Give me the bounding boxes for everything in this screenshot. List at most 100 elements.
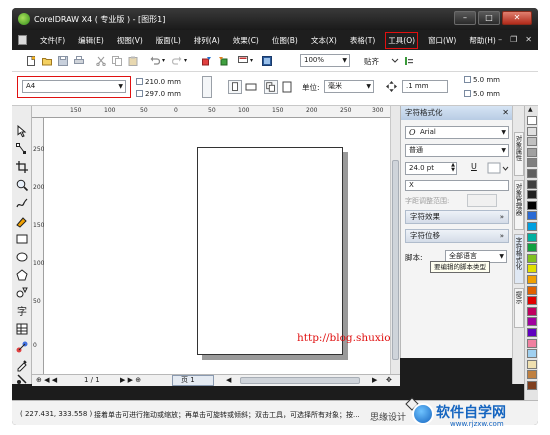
menu-bitmaps[interactable]: 位图(B): [272, 35, 298, 46]
options-icon[interactable]: [404, 56, 414, 66]
color-swatch[interactable]: [527, 200, 537, 210]
color-swatch[interactable]: [527, 306, 537, 316]
color-swatch[interactable]: [527, 147, 537, 157]
tab-object-manager[interactable]: 对象管理器: [514, 180, 524, 230]
zoom-level-select[interactable]: 100% ▼: [300, 54, 350, 67]
redo-dropdown-icon[interactable]: ▾: [184, 57, 194, 67]
tab-character-formatting[interactable]: 字符格式化: [514, 234, 524, 284]
navigator-icon[interactable]: ✥: [386, 376, 392, 384]
welcome-screen-icon[interactable]: [262, 56, 272, 66]
color-swatch[interactable]: [527, 232, 537, 242]
paper-size-select[interactable]: A4 ▼: [22, 80, 126, 93]
character-effects-section[interactable]: 字符效果 »: [405, 210, 509, 224]
menu-file[interactable]: 文件(F): [40, 35, 65, 46]
pick-tool-icon[interactable]: [15, 124, 29, 138]
scroll-right-icon[interactable]: ▶: [372, 376, 377, 384]
redo-icon[interactable]: [172, 56, 182, 66]
undo-dropdown-icon[interactable]: ▾: [162, 57, 172, 67]
document-icon[interactable]: [18, 35, 27, 45]
cut-icon[interactable]: [96, 56, 106, 66]
page-nav-buttons[interactable]: ⊕ ◀ ◀: [36, 376, 57, 384]
menu-table[interactable]: 表格(T): [350, 35, 375, 46]
rectangle-tool-icon[interactable]: [15, 232, 29, 246]
color-swatch[interactable]: [527, 275, 537, 284]
page-nav-next-buttons[interactable]: ▶ ▶ ⊕: [120, 376, 141, 384]
drawing-page[interactable]: [197, 147, 343, 355]
color-swatch[interactable]: [527, 285, 537, 295]
vertical-ruler[interactable]: 250 200 150 100 50 0: [32, 118, 44, 374]
horizontal-ruler[interactable]: 150 100 50 0 50 100 150 200 250 300: [32, 106, 390, 118]
landscape-icon[interactable]: [244, 80, 258, 94]
export-icon[interactable]: [218, 56, 228, 66]
menu-text[interactable]: 文本(X): [311, 35, 337, 46]
outline-tool-icon[interactable]: [15, 372, 29, 386]
color-swatch[interactable]: [527, 126, 537, 136]
menu-effects[interactable]: 效果(C): [233, 35, 259, 46]
zoom-tool-icon[interactable]: [15, 178, 29, 192]
font-size-field[interactable]: 24.0 pt ▲ ▼: [405, 162, 457, 175]
snap-to-menu[interactable]: 贴齐: [364, 56, 379, 67]
import-icon[interactable]: [202, 56, 212, 66]
launcher-dropdown-icon[interactable]: ▾: [250, 57, 260, 67]
color-swatch[interactable]: [527, 317, 537, 327]
copy-icon[interactable]: [112, 56, 122, 66]
tab-object-properties[interactable]: 对象属性: [514, 132, 524, 176]
menu-edit[interactable]: 编辑(E): [78, 35, 104, 46]
snap-dropdown-icon[interactable]: [390, 55, 400, 65]
unit-select[interactable]: 毫米 ▼: [324, 80, 374, 93]
color-swatch[interactable]: [527, 169, 537, 178]
interactive-blend-tool-icon[interactable]: [15, 340, 29, 354]
crop-tool-icon[interactable]: [15, 160, 29, 174]
menu-view[interactable]: 视图(V): [117, 35, 143, 46]
color-swatch[interactable]: [527, 158, 537, 168]
close-button[interactable]: ✕: [502, 11, 532, 25]
doc-minimize-button[interactable]: –: [498, 35, 502, 44]
palette-scroll-up-icon[interactable]: ▲: [528, 106, 533, 113]
color-swatch[interactable]: [527, 116, 537, 125]
freehand-tool-icon[interactable]: [15, 196, 29, 210]
maximize-button[interactable]: □: [478, 11, 500, 25]
underline-dropdown-icon[interactable]: [487, 162, 509, 174]
shape-tool-icon[interactable]: [15, 142, 29, 156]
color-swatch[interactable]: [527, 359, 537, 369]
vertical-scrollbar[interactable]: [390, 106, 400, 374]
menu-window[interactable]: 窗口(W): [428, 35, 456, 46]
polygon-tool-icon[interactable]: [15, 268, 29, 282]
smart-fill-tool-icon[interactable]: [15, 214, 29, 228]
color-swatch[interactable]: [527, 296, 537, 306]
current-page-icon[interactable]: [280, 80, 294, 94]
page-height-field[interactable]: 297.0 mm: [136, 90, 181, 98]
doc-restore-button[interactable]: ❐: [510, 35, 517, 44]
page-size-spinner[interactable]: [202, 76, 212, 98]
application-launcher-icon[interactable]: [238, 56, 248, 66]
spinner-icon[interactable]: ▲ ▼: [451, 163, 455, 173]
color-swatch[interactable]: [527, 137, 537, 147]
color-swatch[interactable]: [527, 370, 537, 380]
color-swatch[interactable]: [527, 264, 537, 274]
vertical-scroll-thumb[interactable]: [392, 160, 399, 360]
scroll-left-icon[interactable]: ◀: [226, 376, 231, 384]
character-shift-section[interactable]: 字符位移 »: [405, 229, 509, 243]
table-tool-icon[interactable]: [15, 322, 29, 336]
color-swatch[interactable]: [527, 211, 537, 221]
menu-tools[interactable]: 工具(O): [385, 32, 419, 49]
color-swatch[interactable]: [527, 349, 537, 359]
tab-hints[interactable]: 提示: [514, 288, 524, 328]
color-swatch[interactable]: [527, 222, 537, 231]
color-swatch[interactable]: [527, 381, 537, 390]
minimize-button[interactable]: –: [454, 11, 476, 25]
text-tool-icon[interactable]: 字: [15, 304, 29, 318]
portrait-icon[interactable]: [228, 80, 242, 94]
paste-icon[interactable]: [128, 56, 138, 66]
color-swatch[interactable]: [527, 338, 537, 348]
drawing-canvas[interactable]: http://blog.shuxiong.net: [44, 118, 425, 374]
color-swatch[interactable]: [527, 328, 537, 337]
new-icon[interactable]: [26, 56, 36, 66]
save-icon[interactable]: [58, 56, 68, 66]
open-icon[interactable]: [42, 56, 52, 66]
ellipse-tool-icon[interactable]: [15, 250, 29, 264]
font-family-select[interactable]: O Arial ▼: [405, 126, 509, 139]
menu-arrange[interactable]: 排列(A): [194, 35, 220, 46]
undo-icon[interactable]: [150, 56, 160, 66]
color-swatch[interactable]: [527, 243, 537, 253]
